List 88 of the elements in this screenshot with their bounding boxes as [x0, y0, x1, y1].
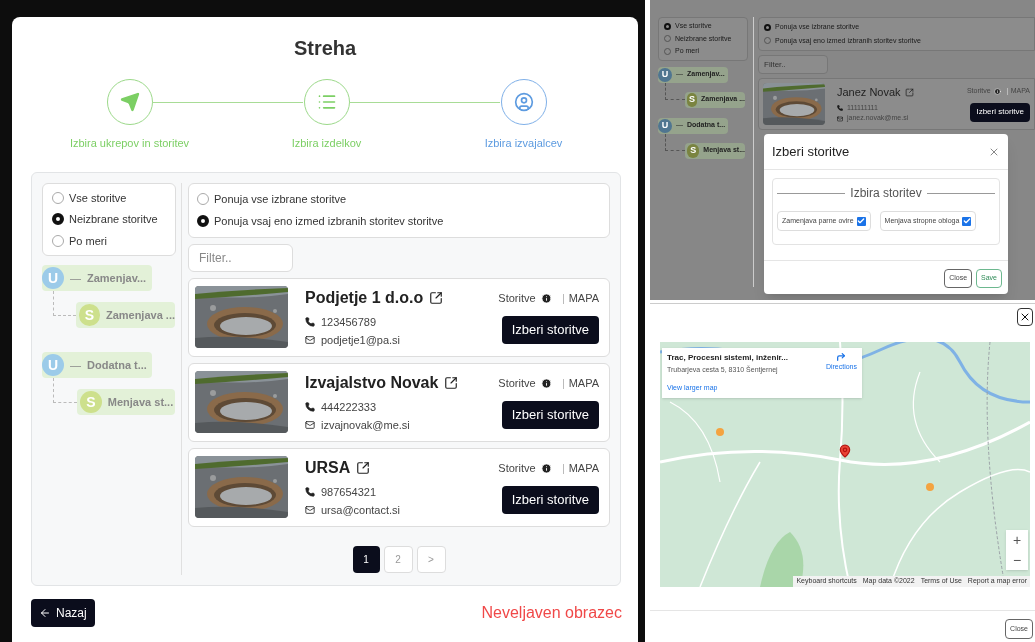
- mail-icon: [305, 335, 315, 346]
- email: izvajnovak@me.si: [321, 418, 410, 433]
- node-label: Zamenjav...: [87, 270, 147, 286]
- phone-number: 987654321: [321, 484, 377, 500]
- list-icon: [316, 92, 337, 112]
- mail-icon: [305, 505, 315, 516]
- radio-button[interactable]: [664, 47, 671, 55]
- option-label: Neizbrane storitve: [69, 212, 158, 227]
- radio-button[interactable]: [52, 234, 64, 247]
- email: podjetje1@pa.si: [321, 333, 401, 348]
- phone-number: 444222333: [321, 399, 377, 415]
- phone-number: 123456789: [321, 314, 377, 330]
- info-icon[interactable]: [993, 88, 1001, 95]
- select-services-button[interactable]: Izberi storitve: [970, 102, 1030, 122]
- zoom-in-button[interactable]: +: [1012, 530, 1022, 550]
- phone-icon: [305, 316, 315, 327]
- radio-button[interactable]: [52, 191, 64, 204]
- services-link[interactable]: Storitve: [498, 460, 536, 477]
- checkbox[interactable]: [962, 216, 972, 226]
- external-link-icon[interactable]: [429, 290, 444, 305]
- map-link[interactable]: MAPA: [568, 290, 599, 307]
- node-badge: U: [658, 67, 672, 82]
- connector-line: [53, 378, 77, 403]
- contractor-name: Izvajalstvo Novak: [305, 372, 439, 393]
- radio-button[interactable]: [664, 22, 671, 30]
- directions-icon[interactable]: [836, 352, 847, 362]
- info-icon[interactable]: [540, 463, 552, 474]
- check-icon: [857, 217, 866, 225]
- option-label: Po meri: [69, 233, 107, 249]
- page-title: Streha: [293, 36, 357, 60]
- node-badge: S: [79, 391, 102, 413]
- phone-icon: [837, 105, 843, 111]
- node-badge: U: [42, 354, 64, 376]
- option-label: Vse storitve: [69, 190, 127, 206]
- select-services-button[interactable]: Izberi storitve: [501, 315, 599, 344]
- info-icon[interactable]: [540, 378, 552, 389]
- check-icon: [962, 217, 971, 225]
- mail-icon: [837, 115, 843, 122]
- radio-button[interactable]: [764, 37, 771, 45]
- map-link[interactable]: MAPA: [568, 375, 599, 392]
- info-icon[interactable]: [540, 293, 552, 304]
- node-label: Menjava st...: [107, 394, 174, 410]
- node-label: Zamenjava ...: [105, 307, 175, 323]
- step-label: Izbira izvajalcev: [484, 136, 563, 151]
- user-icon: [513, 92, 534, 112]
- paper-plane-icon: [119, 92, 140, 112]
- checkbox[interactable]: [856, 216, 866, 226]
- services-link[interactable]: Storitve: [498, 290, 536, 307]
- services-link[interactable]: Storitve: [498, 375, 536, 392]
- external-link-icon[interactable]: [444, 375, 459, 390]
- mail-icon: [305, 420, 315, 431]
- node-label: Dodatna t...: [87, 357, 147, 373]
- node-badge: U: [658, 118, 672, 133]
- page-button[interactable]: 1: [352, 545, 380, 573]
- node-badge: S: [687, 143, 700, 158]
- contractor-name: Podjetje 1 d.o.o: [305, 287, 424, 308]
- radio-button[interactable]: [197, 215, 209, 228]
- option-label: Ponuja vse izbrane storitve: [214, 191, 347, 207]
- node-badge: S: [687, 92, 698, 107]
- contractor-name: Janez Novak: [837, 85, 901, 101]
- close-button[interactable]: [1017, 308, 1033, 326]
- node-badge: U: [42, 267, 64, 289]
- fieldset-legend: Izbira storitev: [850, 184, 922, 202]
- map-link[interactable]: MAPA: [568, 460, 599, 477]
- node-badge: S: [79, 304, 100, 326]
- dialog-title: Izberi storitve: [772, 142, 850, 161]
- external-link-icon[interactable]: [356, 460, 371, 475]
- email: ursa@contact.si: [321, 503, 401, 518]
- option-label: Ponuja vsaj eno izmed izbranih storitev storitve: [214, 214, 444, 229]
- zoom-out-button[interactable]: −: [1012, 550, 1022, 570]
- radio-button[interactable]: [664, 35, 671, 43]
- error-message: Neveljaven obrazec: [481, 602, 622, 623]
- location-pin-icon: [838, 444, 852, 458]
- filter-field[interactable]: Filter..: [758, 55, 828, 74]
- radio-button[interactable]: [52, 213, 64, 226]
- radio-button[interactable]: [764, 23, 771, 31]
- contractor-name: URSA: [305, 457, 351, 478]
- back-button[interactable]: Nazaj: [31, 598, 95, 627]
- phone-icon: [305, 401, 315, 412]
- step-label: Izbira izdelkov: [291, 136, 362, 151]
- select-services-button[interactable]: Izberi storitve: [501, 485, 599, 514]
- step-label: Izbira ukrepov in storitev: [69, 136, 190, 151]
- phone-icon: [305, 486, 315, 497]
- arrow-left-icon: [39, 606, 51, 619]
- place-name: Trac, Procesni sistemi, inženir...: [667, 352, 789, 364]
- close-icon: [1019, 311, 1031, 323]
- radio-button[interactable]: [197, 192, 209, 205]
- select-services-button[interactable]: Izberi storitve: [501, 400, 599, 429]
